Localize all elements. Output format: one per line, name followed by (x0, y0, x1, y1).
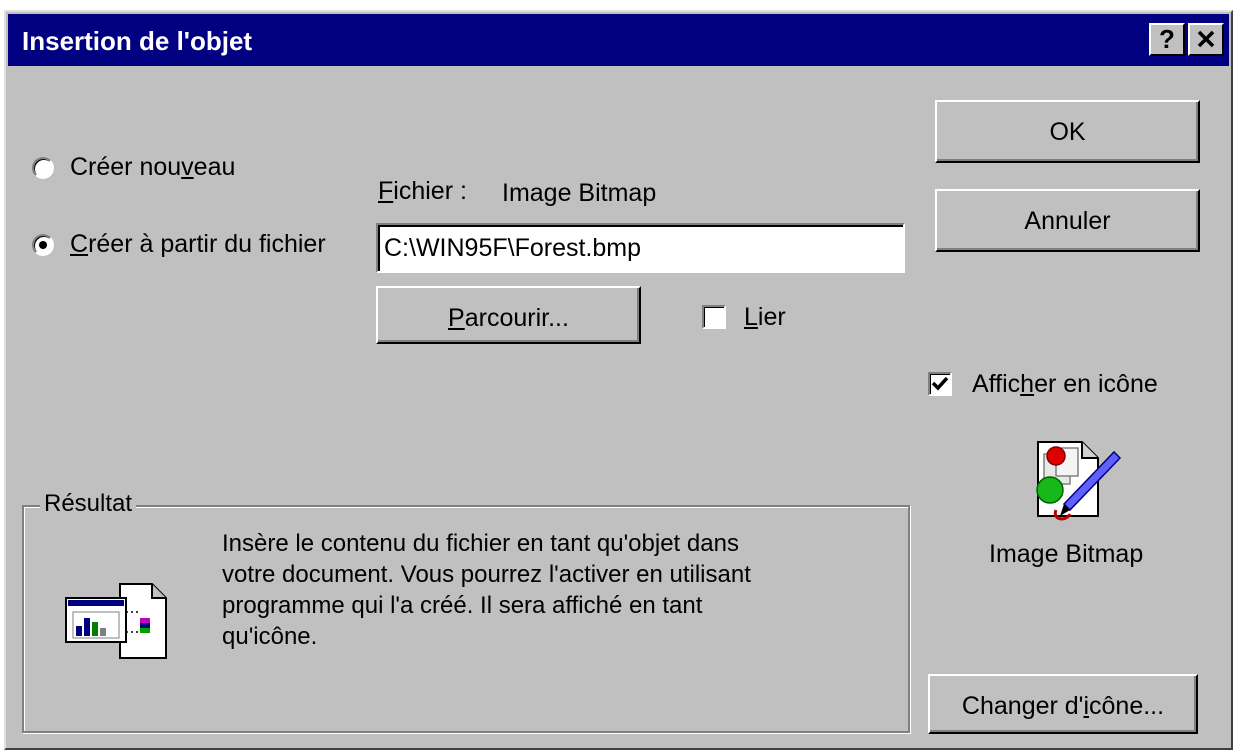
create-from-file-label[interactable]: Créer à partir du fichier (70, 230, 326, 259)
result-icon (65, 583, 167, 659)
file-label: Fichier : (378, 177, 467, 205)
file-path-input[interactable] (376, 223, 905, 273)
help-button[interactable]: ? (1149, 23, 1185, 56)
image-bitmap-icon (1036, 441, 1122, 521)
close-icon (1197, 30, 1215, 48)
cancel-button[interactable]: Annuler (935, 189, 1200, 252)
display-as-icon-checkbox[interactable] (928, 372, 952, 396)
change-icon-button[interactable]: Changer d'icône... (928, 674, 1198, 734)
link-checkbox[interactable] (702, 305, 726, 329)
display-as-icon-label[interactable]: Afficher en icône (972, 370, 1158, 399)
insert-object-dialog: Insertion de l'objet ? Créer nouveau Cré… (4, 10, 1233, 750)
create-from-file-radio[interactable] (32, 234, 54, 256)
browse-button[interactable]: Parcourir... (376, 286, 641, 344)
file-type-value: Image Bitmap (502, 179, 657, 207)
dialog-title: Insertion de l'objet (22, 26, 253, 56)
create-new-radio[interactable] (32, 157, 54, 179)
result-line: votre document. Vous pourrez l'activer e… (222, 561, 751, 588)
title-bar[interactable]: Insertion de l'objet ? (8, 14, 1229, 66)
result-title: Résultat (40, 490, 137, 518)
close-button[interactable] (1188, 23, 1224, 56)
ok-button[interactable]: OK (935, 100, 1200, 163)
result-line: Insère le contenu du fichier en tant qu'… (222, 530, 739, 557)
result-description: Insère le contenu du fichier en tant qu'… (222, 528, 751, 652)
checkmark-icon (931, 376, 949, 391)
icon-caption: Image Bitmap (989, 540, 1144, 568)
result-line: programme qui l'a créé. Il sera affiché … (222, 592, 703, 619)
link-label[interactable]: Lier (744, 303, 786, 332)
create-new-label[interactable]: Créer nouveau (70, 153, 235, 182)
result-line: qu'icône. (222, 623, 318, 650)
